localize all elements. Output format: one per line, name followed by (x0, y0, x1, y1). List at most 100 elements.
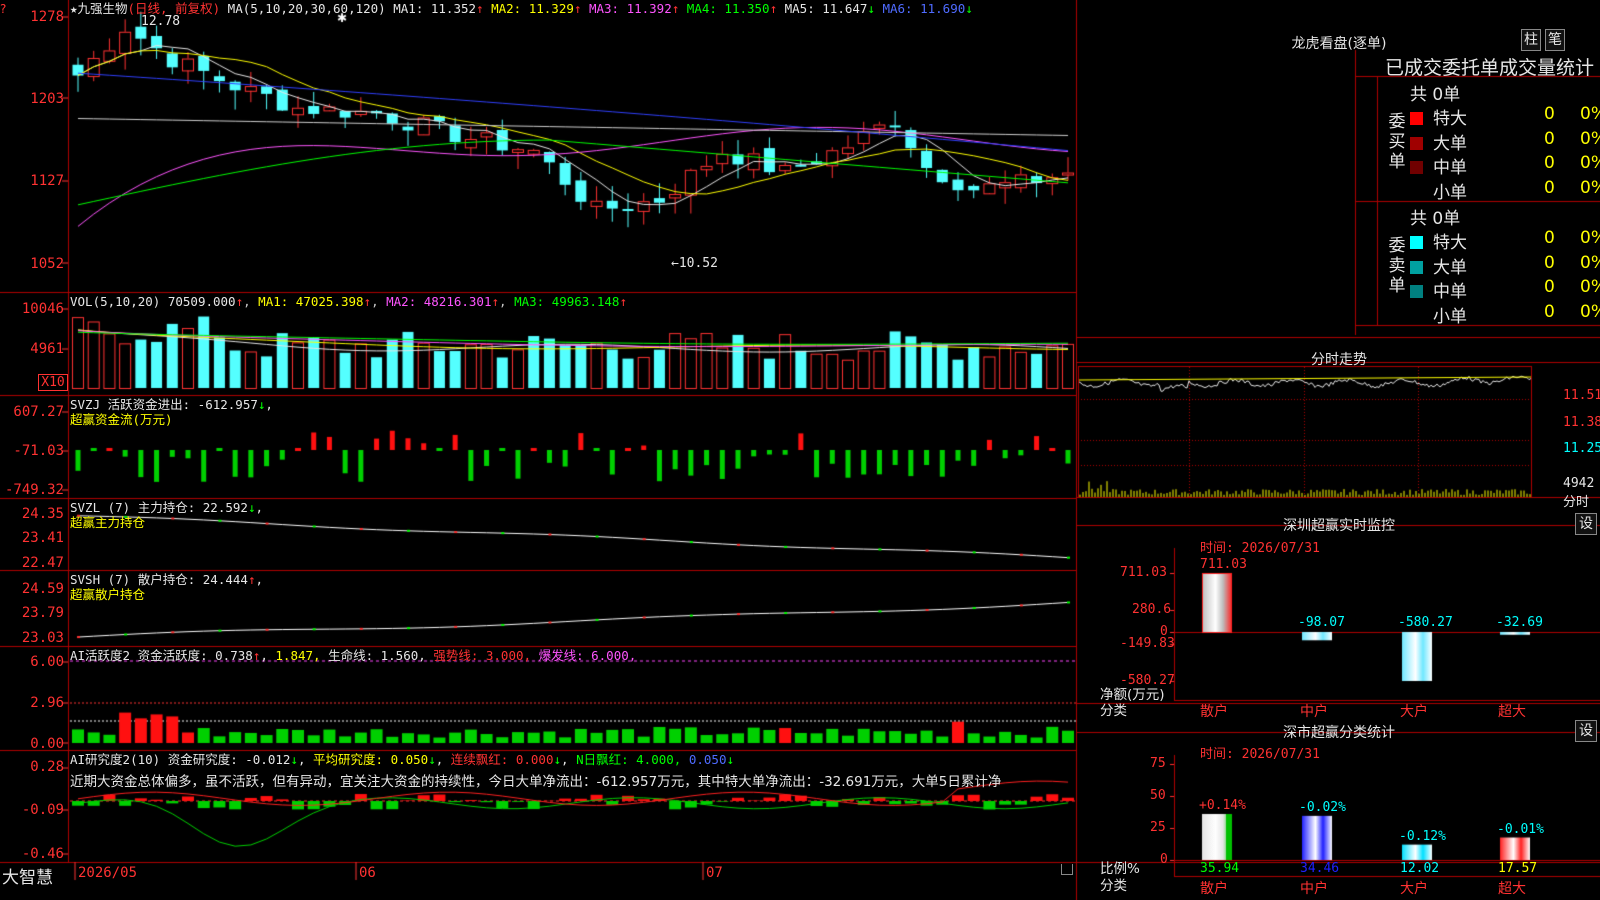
color-swatch-icon (1410, 112, 1423, 125)
sell-order-row: 特大 0 0% (1410, 228, 1600, 253)
sz-class-change: +0.14% (1199, 797, 1246, 813)
sell-total: 共 0单 (1410, 209, 1461, 229)
sz-monitor-category: 中户 (1300, 704, 1328, 720)
order-size-label: 小单 (1433, 182, 1467, 203)
ma-value-6: MA6: 11.690 (874, 1, 966, 16)
color-swatch-icon (1410, 161, 1423, 174)
sz-monitor-settings-button[interactable]: 设 (1575, 513, 1597, 535)
intraday-tick: 11.38 (1563, 415, 1600, 430)
sz-class-tick: 0 (1160, 852, 1168, 867)
ai-active-header: AI活跃度2 资金活跃度: 0.738↑, 1.847, 生命线: 1.560,… (70, 648, 637, 663)
ai-active-tick: 0.00 (30, 736, 64, 752)
svsh-tick: 23.03 (21, 630, 64, 646)
intraday-tick: 11.25 (1563, 441, 1600, 456)
sz-monitor-category: 散户 (1200, 704, 1228, 720)
svzl-tick: 22.47 (21, 555, 64, 571)
sz-class-title: 深市超赢分类统计 (1283, 725, 1395, 741)
buy-order-label: 委买单 (1388, 112, 1406, 172)
ma-value-1: MA1: 11.352 (393, 1, 477, 16)
ma-value-5: MA5: 11.647 (777, 1, 868, 16)
sz-class-tick: 25 (1150, 820, 1166, 835)
ai-active-tick: 2.96 (30, 695, 64, 711)
sz-class-time: 时间: 2026/07/31 (1200, 747, 1320, 762)
ai-active-tick: 6.00 (30, 654, 64, 670)
intraday-tick: 4942 (1563, 476, 1595, 491)
svzj-tick: 607.27 (13, 404, 64, 420)
order-count: 0 (1544, 277, 1555, 297)
stock-name[interactable]: ★九强生物 (70, 1, 128, 16)
ma-value-4: MA4: 11.350 (679, 1, 770, 16)
sz-class-unit2: 分类 (1100, 878, 1127, 894)
svzl-header: SVZL (7) 主力持仓: 22.592↓, (70, 500, 263, 515)
sz-class-bar-value: 34.46 (1300, 861, 1340, 876)
order-count: 0 (1544, 104, 1555, 124)
vol-tick: 4961 (30, 341, 64, 357)
buy-order-row: 中单 0 0% (1410, 153, 1600, 178)
order-percent: 0% (1580, 228, 1600, 248)
sz-class-category: 大户 (1400, 881, 1428, 897)
sell-order-row: 中单 0 0% (1410, 277, 1600, 302)
main-chart-header: ★九强生物(日线, 前复权) MA(5,10,20,30,60,120) MA1… (70, 1, 973, 16)
svzj-subtitle: 超赢资金流(万元) (70, 412, 173, 427)
low-price-label: ←10.52 (671, 256, 718, 271)
bar-mode-button[interactable]: 柱 (1521, 29, 1541, 51)
sell-order-label: 委卖单 (1388, 236, 1406, 296)
order-count: 0 (1544, 177, 1555, 198)
sz-class-bar-value: 17.57 (1498, 861, 1538, 876)
sz-class-settings-button[interactable]: 设 (1575, 720, 1597, 742)
ai-research-tick: 0.28 (30, 759, 64, 775)
sz-monitor-time: 时间: 2026/07/31 (1200, 541, 1320, 556)
price-tick: 1278 (30, 9, 64, 25)
sz-monitor-title: 深圳超赢实时监控 (1283, 518, 1395, 534)
svsh-tick: 24.59 (21, 581, 64, 597)
order-count: 0 (1544, 153, 1555, 173)
order-size-label: 小单 (1433, 306, 1467, 327)
sz-class-tick: 75 (1150, 756, 1166, 771)
sz-class-change: -0.02% (1299, 799, 1346, 815)
app-logo[interactable]: 大智慧 (2, 863, 53, 888)
ai-research-header: AI研究度2(10) 资金研究度: -0.012↓, 平均研究度: 0.050↓… (70, 752, 735, 767)
sz-monitor-unit2: 分类 (1100, 703, 1127, 719)
vol-header: VOL(5,10,20) 70509.000↑, MA1: 47025.398↑… (70, 294, 627, 309)
order-size-label: 大单 (1433, 257, 1467, 278)
order-count: 0 (1544, 128, 1555, 149)
sz-monitor-category: 大户 (1400, 704, 1428, 720)
ma-header: MA(5,10,20,30,60,120) (227, 1, 386, 16)
color-swatch-icon (1410, 236, 1423, 249)
order-stat-header: 已成交委托单成交量统计 (1385, 57, 1595, 79)
svzj-tick: -749.32 (4, 482, 64, 498)
sz-monitor-tick: 711.03 (1120, 565, 1167, 580)
sz-class-change: -0.01% (1497, 821, 1544, 837)
vol-unit-badge[interactable]: X10 (38, 374, 68, 391)
order-percent: 0% (1580, 252, 1600, 273)
sz-monitor-bar-value: -580.27 (1398, 615, 1453, 630)
vol-tick: 10046 (21, 301, 64, 317)
order-percent: 0% (1580, 128, 1600, 149)
high-price-label: 12.78 (141, 14, 181, 29)
color-swatch-icon (1410, 136, 1423, 150)
price-tick: 1052 (30, 256, 64, 272)
buy-order-row: 小单 0 0% (1410, 178, 1600, 203)
ai-research-note: 近期大资金总体偏多，虽不活跃，但有异动，宜关注大资金的持续性，今日大单净流出：-… (70, 774, 1002, 790)
sz-monitor-category: 超大 (1498, 704, 1526, 720)
line-mode-button[interactable]: 笔 (1545, 29, 1565, 51)
ma-value-2: MA2: 11.329 (483, 1, 574, 16)
color-swatch-icon (1410, 285, 1423, 298)
price-tick: 1203 (30, 91, 64, 107)
svzj-tick: -71.03 (13, 443, 64, 459)
ma-values: MA1: 11.352↑ MA2: 11.329↑ MA3: 11.392↑ M… (393, 1, 973, 16)
sz-class-change: -0.12% (1399, 828, 1446, 844)
sz-class-category: 散户 (1200, 881, 1228, 897)
svzl-tick: 23.41 (21, 530, 64, 546)
order-size-label: 大单 (1433, 133, 1467, 154)
order-count: 0 (1544, 228, 1555, 248)
sz-monitor-bar-value: -98.07 (1298, 615, 1345, 630)
order-size-label: 中单 (1433, 282, 1467, 302)
order-size-label: 中单 (1433, 158, 1467, 178)
order-percent: 0% (1580, 104, 1600, 124)
ai-research-tick: -0.09 (21, 802, 64, 818)
sz-class-bar-value: 35.94 (1200, 861, 1240, 876)
order-percent: 0% (1580, 301, 1600, 322)
intraday-tick: 分时 (1563, 495, 1590, 510)
lock-icon[interactable] (1061, 864, 1073, 875)
